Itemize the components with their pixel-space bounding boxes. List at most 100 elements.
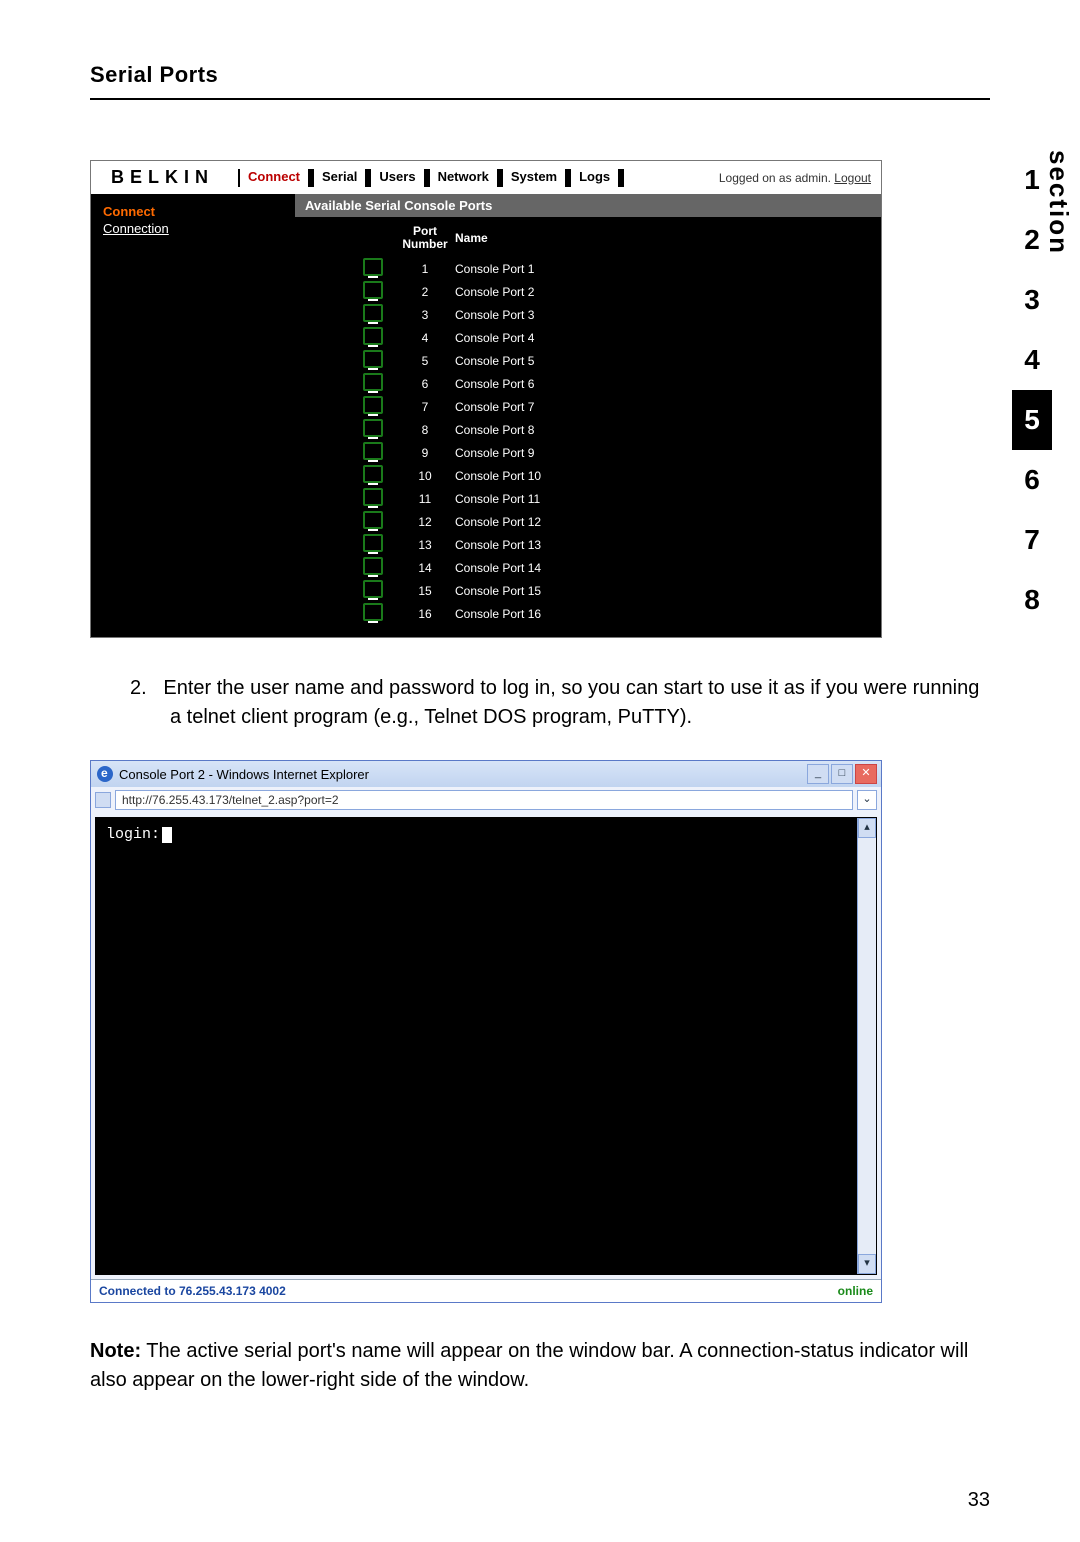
table-row: 4Console Port 4 [355, 326, 881, 349]
ie-titlebar: Console Port 2 - Windows Internet Explor… [91, 761, 881, 787]
ports-table-title: Available Serial Console Ports [295, 194, 881, 217]
section-nav-item-4[interactable]: 4 [1012, 330, 1052, 390]
separator-icon [565, 169, 571, 187]
port-name[interactable]: Console Port 9 [455, 446, 635, 460]
page-number: 33 [968, 1489, 990, 1512]
terminal-icon[interactable] [363, 350, 383, 368]
terminal-icon[interactable] [363, 327, 383, 345]
section-nav-label: section [1043, 150, 1074, 255]
page-icon [95, 792, 111, 808]
port-number: 11 [395, 492, 455, 506]
terminal-icon[interactable] [363, 281, 383, 299]
terminal-icon[interactable] [363, 603, 383, 621]
port-number: 15 [395, 584, 455, 598]
note-label: Note: [90, 1340, 141, 1362]
table-row: 9Console Port 9 [355, 441, 881, 464]
section-nav-item-3[interactable]: 3 [1012, 270, 1052, 330]
terminal-icon[interactable] [363, 419, 383, 437]
step-body: Enter the user name and password to log … [163, 677, 979, 728]
belkin-sidebar: Connect Connection [91, 194, 295, 637]
table-row: 16Console Port 16 [355, 602, 881, 625]
scroll-down-button[interactable]: ▾ [858, 1254, 876, 1274]
col-name: Name [455, 231, 635, 245]
table-row: 12Console Port 12 [355, 510, 881, 533]
address-input[interactable]: http://76.255.43.173/telnet_2.asp?port=2 [115, 790, 853, 810]
topnav-item-connect[interactable]: Connect [246, 169, 302, 184]
port-name[interactable]: Console Port 12 [455, 515, 635, 529]
port-number: 8 [395, 423, 455, 437]
port-number: 4 [395, 331, 455, 345]
maximize-button[interactable]: □ [831, 764, 853, 784]
table-row: 7Console Port 7 [355, 395, 881, 418]
page-title: Serial Ports [90, 62, 990, 100]
sidebar-item-connection[interactable]: Connection [103, 221, 283, 236]
terminal-icon[interactable] [363, 580, 383, 598]
port-name[interactable]: Console Port 4 [455, 331, 635, 345]
port-name[interactable]: Console Port 1 [455, 262, 635, 276]
terminal-icon[interactable] [363, 534, 383, 552]
port-name[interactable]: Console Port 11 [455, 492, 635, 506]
belkin-topbar: BELKIN Connect Serial Users Network System Lo… [91, 161, 881, 194]
scroll-up-button[interactable]: ▴ [858, 818, 876, 838]
terminal-icon[interactable] [363, 511, 383, 529]
table-row: 10Console Port 10 [355, 464, 881, 487]
port-name[interactable]: Console Port 13 [455, 538, 635, 552]
close-button[interactable]: ✕ [855, 764, 877, 784]
terminal-icon[interactable] [363, 442, 383, 460]
screenshot-ie-terminal: Console Port 2 - Windows Internet Explor… [90, 760, 882, 1303]
terminal-icon[interactable] [363, 373, 383, 391]
section-nav-item-6[interactable]: 6 [1012, 450, 1052, 510]
table-row: 6Console Port 6 [355, 372, 881, 395]
port-name[interactable]: Console Port 5 [455, 354, 635, 368]
port-name[interactable]: Console Port 16 [455, 607, 635, 621]
topnav-item-users[interactable]: Users [377, 169, 417, 184]
topnav-item-serial[interactable]: Serial [320, 169, 359, 184]
table-row: 1Console Port 1 [355, 257, 881, 280]
section-nav: section 12345678 [1008, 150, 1080, 630]
brand-logo: BELKIN [111, 167, 214, 188]
port-name[interactable]: Console Port 6 [455, 377, 635, 391]
terminal-area[interactable]: login: [96, 818, 857, 1274]
scrollbar[interactable]: ▴ ▾ [857, 818, 876, 1274]
port-number: 16 [395, 607, 455, 621]
scroll-track[interactable] [858, 838, 876, 1254]
separator-icon [308, 169, 314, 187]
terminal-icon[interactable] [363, 304, 383, 322]
port-number: 5 [395, 354, 455, 368]
port-name[interactable]: Console Port 2 [455, 285, 635, 299]
terminal-icon[interactable] [363, 557, 383, 575]
port-name[interactable]: Console Port 15 [455, 584, 635, 598]
terminal-icon[interactable] [363, 258, 383, 276]
ie-address-bar: http://76.255.43.173/telnet_2.asp?port=2… [91, 787, 881, 813]
login-status-text: Logged on as admin. [719, 171, 834, 185]
terminal-icon[interactable] [363, 488, 383, 506]
terminal-icon[interactable] [363, 396, 383, 414]
ie-window-title: Console Port 2 - Windows Internet Explor… [119, 767, 369, 782]
minimize-button[interactable]: _ [807, 764, 829, 784]
port-name[interactable]: Console Port 10 [455, 469, 635, 483]
section-nav-item-8[interactable]: 8 [1012, 570, 1052, 630]
logout-link[interactable]: Logout [834, 171, 871, 185]
port-number: 13 [395, 538, 455, 552]
port-name[interactable]: Console Port 8 [455, 423, 635, 437]
sidebar-title: Connect [103, 204, 283, 219]
topnav-item-network[interactable]: Network [436, 169, 491, 184]
separator-icon [424, 169, 430, 187]
step-2-text: 2. Enter the user name and password to l… [90, 674, 990, 732]
ports-table-body: 1Console Port 12Console Port 23Console P… [295, 257, 881, 625]
port-name[interactable]: Console Port 14 [455, 561, 635, 575]
separator-icon [238, 169, 240, 187]
col-port-number: Port Number [395, 225, 455, 251]
topnav-item-logs[interactable]: Logs [577, 169, 612, 184]
ie-status-bar: Connected to 76.255.43.173 4002 online [91, 1279, 881, 1302]
terminal-icon[interactable] [363, 465, 383, 483]
table-row: 13Console Port 13 [355, 533, 881, 556]
table-row: 15Console Port 15 [355, 579, 881, 602]
port-name[interactable]: Console Port 7 [455, 400, 635, 414]
section-nav-item-7[interactable]: 7 [1012, 510, 1052, 570]
topnav-item-system[interactable]: System [509, 169, 559, 184]
section-nav-item-5[interactable]: 5 [1012, 390, 1052, 450]
port-name[interactable]: Console Port 3 [455, 308, 635, 322]
ports-table-header: Port Number Name [355, 217, 881, 257]
address-dropdown-button[interactable]: ⌄ [857, 790, 877, 810]
